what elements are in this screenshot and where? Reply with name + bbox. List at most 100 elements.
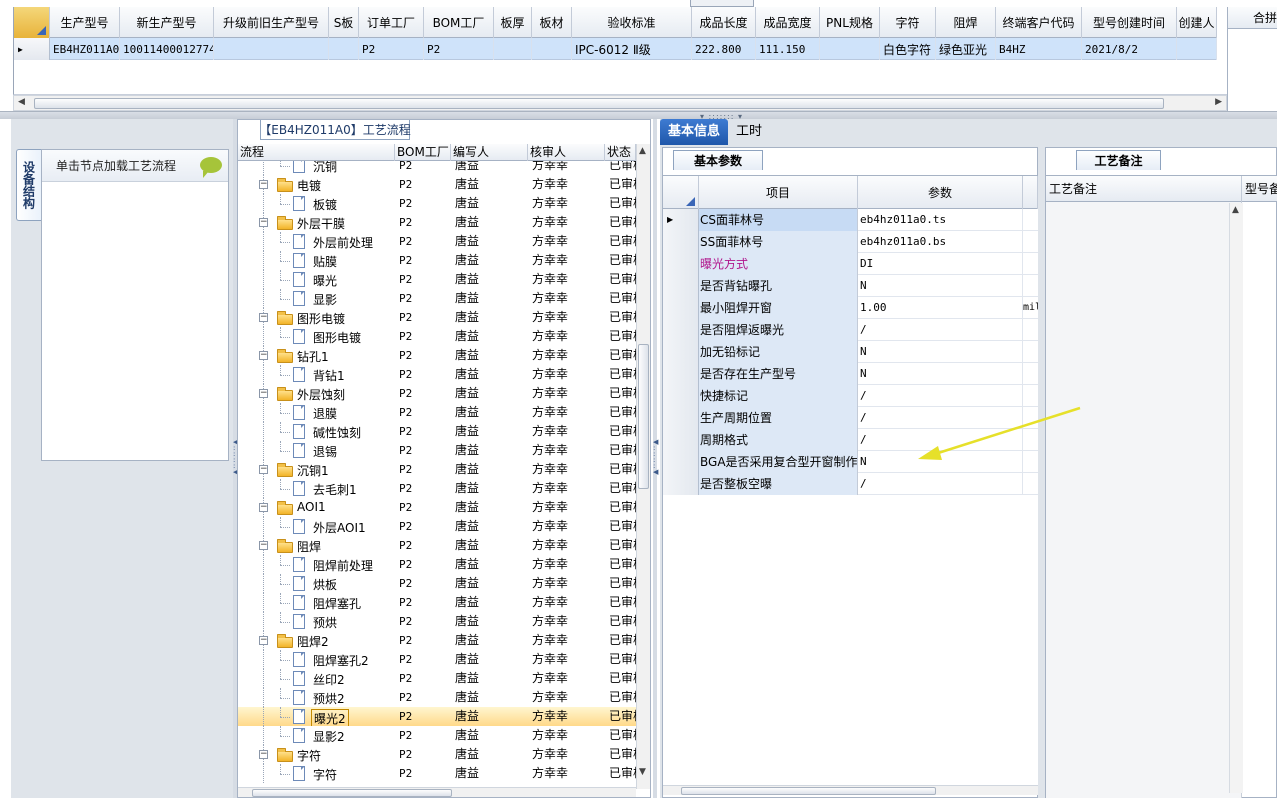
tree-node[interactable]: 碱性蚀刻 [238, 422, 395, 441]
param-value[interactable]: N [858, 451, 1023, 473]
cell-bom-factory[interactable]: P2 [395, 726, 451, 745]
cell-status[interactable]: 已审核 [605, 517, 636, 536]
collapse-icon[interactable]: − [259, 351, 268, 360]
tree-node[interactable]: − 沉铜1 [238, 460, 395, 479]
cell-status[interactable]: 已审核 [605, 270, 636, 289]
cell-bom-factory[interactable]: P2 [395, 650, 451, 669]
cell-author[interactable]: 唐益 [451, 688, 528, 707]
tab-work-hours[interactable]: 工时 [728, 119, 770, 145]
process-tree-list[interactable]: 沉铜P2唐益方幸幸已审核−电镀P2唐益方幸幸已审核板镀P2唐益方幸幸已审核−外层… [238, 161, 636, 789]
cell-status[interactable]: 已审核 [605, 498, 636, 517]
cell-bom-factory[interactable]: P2 [395, 707, 451, 726]
cell-status[interactable]: 已审核 [605, 745, 636, 764]
cell-status[interactable]: 已审核 [605, 346, 636, 365]
cell-status[interactable]: 已审核 [605, 308, 636, 327]
cell-bom-factory[interactable]: P2 [395, 308, 451, 327]
col-header-acceptance[interactable]: 验收标准 [572, 7, 692, 38]
cell-bom-factory[interactable]: P2 [395, 593, 451, 612]
row-selector[interactable] [663, 297, 699, 319]
cell-author[interactable]: 唐益 [451, 593, 528, 612]
collapse-icon[interactable]: − [259, 313, 268, 322]
tree-node[interactable]: 外层前处理 [238, 232, 395, 251]
param-row[interactable]: 快捷标记 / [663, 385, 1038, 407]
tree-row[interactable]: − 外层干膜 P2唐益方幸幸已审核 [238, 213, 636, 232]
cell-customer-code[interactable]: B4HZ [996, 38, 1082, 60]
tree-row[interactable]: 去毛刺1 P2唐益方幸幸已审核 [238, 479, 636, 498]
scroll-up-icon[interactable]: ▲ [639, 146, 646, 156]
cell-author[interactable]: 唐益 [451, 403, 528, 422]
col-header-s-board[interactable]: S板 [329, 7, 359, 38]
params-corner-selector[interactable] [663, 176, 699, 209]
cell-reviewer[interactable]: 方幸幸 [528, 460, 605, 479]
col-header-bom-factory[interactable]: BOM工厂 [424, 7, 494, 38]
cell-bom-factory[interactable]: P2 [395, 764, 451, 783]
param-row[interactable]: BGA是否采用复合型开窗制作 N [663, 451, 1038, 473]
cell-status[interactable]: 已审核 [605, 688, 636, 707]
cell-reviewer[interactable]: 方幸幸 [528, 498, 605, 517]
cell-bom-factory[interactable]: P2 [395, 669, 451, 688]
cell-bom-factory[interactable]: P2 [395, 365, 451, 384]
tree-row[interactable]: 字符 P2唐益方幸幸已审核 [238, 764, 636, 783]
col-header-creator[interactable]: 创建人 [1177, 7, 1217, 38]
tree-row[interactable]: 丝印2 P2唐益方幸幸已审核 [238, 669, 636, 688]
col-header-item[interactable]: 项目 [699, 176, 858, 209]
cell-bom-factory[interactable]: P2 [395, 517, 451, 536]
param-row[interactable]: 最小阻焊开窗1.00mil [663, 297, 1038, 319]
cell-status[interactable]: 已审核 [605, 251, 636, 270]
cell-author[interactable]: 唐益 [451, 365, 528, 384]
cell-status[interactable]: 已审核 [605, 669, 636, 688]
tree-row[interactable]: 碱性蚀刻 P2唐益方幸幸已审核 [238, 422, 636, 441]
cell-author[interactable]: 唐益 [451, 441, 528, 460]
cell-author[interactable]: 唐益 [451, 764, 528, 783]
param-value[interactable]: N [858, 363, 1023, 385]
cell-author[interactable]: 唐益 [451, 327, 528, 346]
cell-reviewer[interactable]: 方幸幸 [528, 764, 605, 783]
cell-acceptance[interactable]: IPC-6012 Ⅱ级 [572, 38, 692, 60]
cell-reviewer[interactable]: 方幸幸 [528, 650, 605, 669]
cell-status[interactable]: 已审核 [605, 536, 636, 555]
param-value[interactable]: / [858, 385, 1023, 407]
tree-row[interactable]: 外层前处理 P2唐益方幸幸已审核 [238, 232, 636, 251]
param-value[interactable]: 1.00 [858, 297, 1023, 319]
top-grid-horizontal-scrollbar[interactable]: ◀ ▶ [13, 95, 1227, 111]
cell-author[interactable]: 唐益 [451, 289, 528, 308]
cell-bom-factory[interactable]: P2 [395, 403, 451, 422]
cell-status[interactable]: 已审核 [605, 232, 636, 251]
param-value[interactable]: / [858, 473, 1023, 495]
cell-author[interactable]: 唐益 [451, 536, 528, 555]
tree-row[interactable]: 阻焊前处理 P2唐益方幸幸已审核 [238, 555, 636, 574]
param-value[interactable]: / [858, 407, 1023, 429]
tree-row[interactable]: 烘板 P2唐益方幸幸已审核 [238, 574, 636, 593]
tree-node[interactable]: 曝光 [238, 270, 395, 289]
tree-row[interactable]: 显影 P2唐益方幸幸已审核 [238, 289, 636, 308]
cell-author[interactable]: 唐益 [451, 650, 528, 669]
tree-node[interactable]: − 阻焊2 [238, 631, 395, 650]
tab-equipment-structure[interactable]: 设备结构 [16, 149, 41, 221]
col-header-create-time[interactable]: 型号创建时间 [1082, 7, 1177, 38]
cell-reviewer[interactable]: 方幸幸 [528, 346, 605, 365]
cell-status[interactable]: 已审核 [605, 384, 636, 403]
cell-author[interactable]: 唐益 [451, 612, 528, 631]
row-selector[interactable] [663, 363, 699, 385]
table-row[interactable]: ▶ EB4HZ011A0 10011400012774 P2 P2 IPC-60… [14, 38, 1217, 60]
cell-status[interactable]: 已审核 [605, 460, 636, 479]
cell-bom-factory[interactable]: P2 [395, 422, 451, 441]
col-header-process-note[interactable]: 工艺备注 [1046, 176, 1242, 203]
tree-row[interactable]: 退锡 P2唐益方幸幸已审核 [238, 441, 636, 460]
tree-node[interactable]: 背钻1 [238, 365, 395, 384]
col-header-reviewer[interactable]: 核审人 [528, 144, 605, 161]
cell-reviewer[interactable]: 方幸幸 [528, 612, 605, 631]
param-value[interactable]: eb4hz011a0.ts [858, 209, 1023, 231]
equipment-tree-box[interactable]: 单击节点加载工艺流程 [41, 149, 229, 461]
cell-reviewer[interactable]: 方幸幸 [528, 745, 605, 764]
cell-new-model[interactable]: 10011400012774 [120, 38, 214, 60]
param-value[interactable]: N [858, 341, 1023, 363]
tree-node[interactable]: 丝印2 [238, 669, 395, 688]
param-row[interactable]: 曝光方式 DI [663, 253, 1038, 275]
cell-author[interactable]: 唐益 [451, 555, 528, 574]
notes-vertical-scrollbar[interactable]: ▲ [1229, 203, 1243, 793]
notes-list[interactable] [1046, 202, 1242, 798]
cell-status[interactable]: 已审核 [605, 327, 636, 346]
cell-bom-factory[interactable]: P2 [395, 574, 451, 593]
scroll-up-icon[interactable]: ▲ [1232, 205, 1239, 215]
